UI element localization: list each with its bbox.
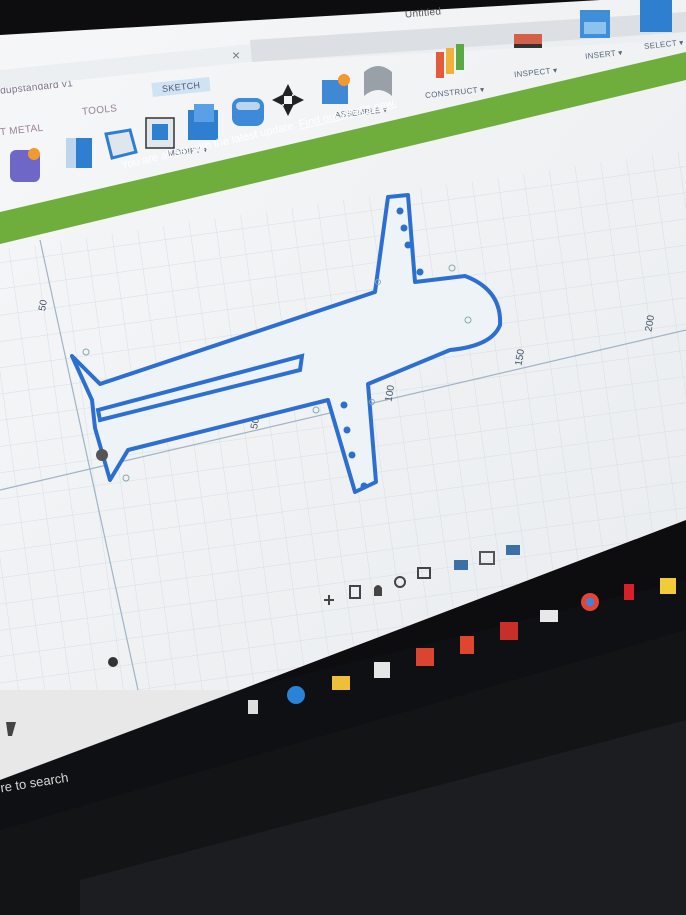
- sticky-notes-icon[interactable]: [660, 578, 676, 594]
- photo-scene: Untitled dupstandard v1 × T METAL TOOLS …: [0, 0, 686, 915]
- mail-icon[interactable]: [540, 610, 558, 622]
- start-menu-icon[interactable]: [6, 722, 16, 736]
- pdf-icon[interactable]: [460, 636, 474, 654]
- taskbar: [6, 578, 676, 736]
- office-icon[interactable]: [416, 648, 434, 666]
- netflix-icon[interactable]: [624, 584, 634, 600]
- file-explorer-icon[interactable]: [332, 676, 350, 690]
- store-icon[interactable]: [374, 662, 390, 678]
- app-red-icon[interactable]: [500, 622, 518, 640]
- task-view-icon[interactable]: [248, 700, 258, 714]
- edge-icon[interactable]: [287, 686, 305, 704]
- chrome-icon[interactable]: [581, 593, 599, 611]
